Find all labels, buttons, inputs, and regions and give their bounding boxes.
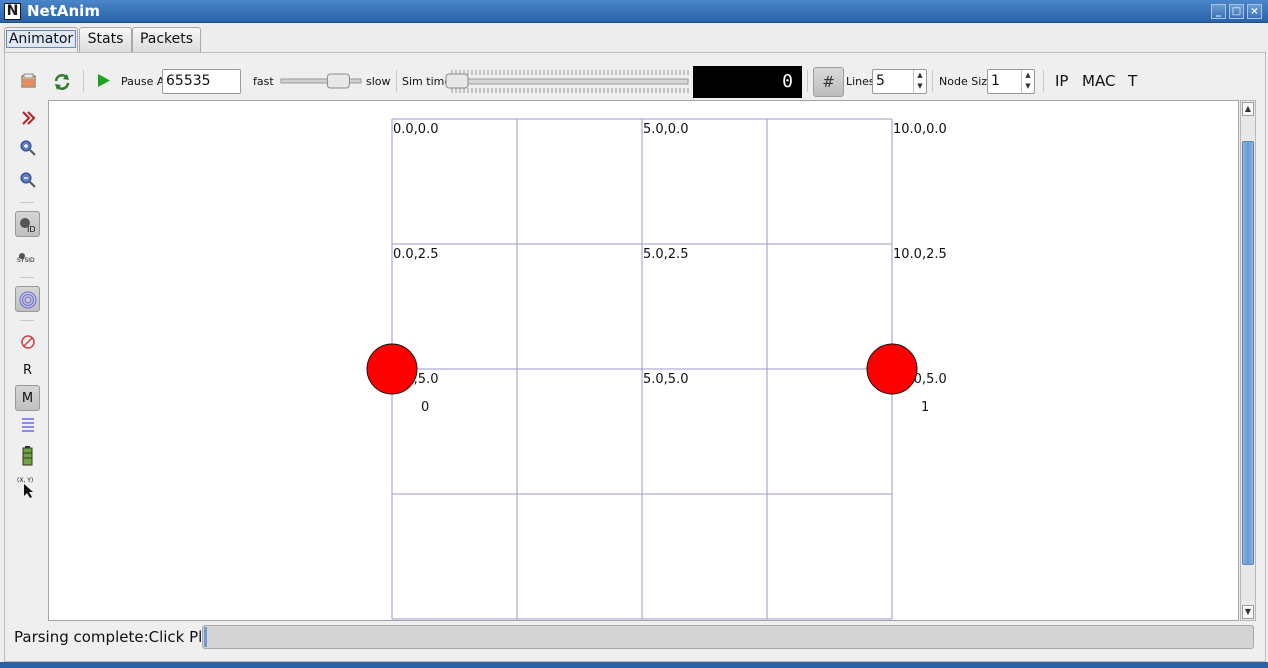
toolbar-separator	[932, 70, 933, 92]
t-toggle[interactable]: T	[1128, 72, 1137, 90]
tab-packets[interactable]: Packets	[132, 27, 201, 52]
sysid-toggle[interactable]: SYSID	[15, 245, 40, 271]
window-bottom-border	[0, 662, 1268, 668]
open-file-icon[interactable]	[20, 72, 38, 90]
toolbar-separator	[807, 70, 808, 92]
r-toggle[interactable]: R	[15, 358, 40, 384]
spin-arrows-icon[interactable]: ▲ ▼	[913, 70, 926, 93]
tab-bar: Animator Stats Packets	[0, 23, 1268, 53]
scroll-thumb[interactable]	[1242, 141, 1254, 565]
toolbar-separator	[1043, 70, 1044, 92]
lines-value: 5	[876, 73, 885, 89]
zoom-in-icon[interactable]	[15, 135, 40, 161]
chevron-updown-icon: ▲ ▼	[1021, 70, 1034, 93]
battery-icon[interactable]	[15, 443, 40, 469]
lines-label: Lines	[846, 75, 875, 88]
vertical-scrollbar[interactable]: ▲ ▼	[1240, 100, 1256, 621]
network-node	[866, 343, 918, 395]
network-node	[366, 343, 418, 395]
left-toolbar-separator	[20, 277, 34, 278]
m-toggle[interactable]: M	[15, 385, 40, 411]
mac-toggle[interactable]: MAC	[1082, 72, 1115, 90]
pause-at-field[interactable]: 65535	[162, 69, 241, 94]
speed-slider[interactable]	[279, 72, 365, 90]
fast-forward-icon[interactable]	[15, 105, 40, 131]
app-icon: N	[4, 3, 21, 20]
toolbar-separator	[396, 70, 397, 92]
maximize-button[interactable]: □	[1229, 4, 1244, 19]
grid-coordinate-label: 5.0,2.5	[643, 247, 688, 262]
mouse-position-icon[interactable]: (X, Y)	[15, 474, 40, 500]
grid-toggle-button[interactable]: #	[813, 67, 844, 97]
left-toolbar-separator	[20, 320, 34, 321]
grid-view[interactable]: 0.0,0.0 5.0,0.0 10.0,0.0 0.0,2.5 5.0,2.5 10.0…	[49, 101, 1238, 620]
grid-coordinate-label: 0.0,0.0	[393, 122, 438, 137]
left-toolbar-separator	[20, 202, 34, 203]
play-icon[interactable]	[96, 73, 112, 89]
grid-coordinate-label: 0.0,2.5	[393, 247, 438, 262]
scroll-up-arrow[interactable]: ▲	[1242, 102, 1254, 116]
top-toolbar: Pause At 65535 fast slow Sim time	[0, 62, 1268, 100]
block-icon[interactable]	[15, 329, 40, 355]
node-id-label: 0	[421, 400, 429, 415]
xy-label: (X, Y)	[17, 477, 33, 484]
wireless-circles-toggle[interactable]	[15, 286, 40, 312]
tab-stats[interactable]: Stats	[79, 27, 132, 52]
tab-animator[interactable]: Animator	[4, 27, 78, 52]
status-text: Parsing complete:Click Play	[14, 628, 221, 646]
scroll-down-arrow[interactable]: ▼	[1242, 605, 1254, 619]
animation-canvas[interactable]: 0.0,0.0 5.0,0.0 10.0,0.0 0.0,2.5 5.0,2.5 10.0…	[48, 100, 1239, 621]
grid-coordinate-label: 10.0,0.0	[893, 122, 947, 137]
ip-toggle[interactable]: IP	[1055, 72, 1068, 90]
progress-bar	[202, 625, 1254, 649]
node-id-label: 1	[921, 400, 929, 415]
status-bar: Parsing complete:Click Play	[0, 622, 1268, 662]
speed-slow-label: slow	[366, 75, 391, 88]
sim-time-slider-handle	[445, 73, 469, 89]
progress-fill	[204, 627, 207, 647]
sim-time-slider[interactable]	[444, 67, 690, 95]
node-id-toggle[interactable]: ID	[15, 211, 40, 237]
grid-coordinate-label: 10.0,2.5	[893, 247, 947, 262]
title-bar: N NetAnim _ □ ×	[0, 0, 1268, 23]
grid-coordinate-label: 5.0,5.0	[643, 372, 688, 387]
lines-spinbox[interactable]: 5 ▲ ▼	[872, 69, 927, 94]
minimize-button[interactable]: _	[1211, 4, 1226, 19]
reload-icon[interactable]	[52, 72, 72, 92]
lcd-value: 0	[782, 71, 793, 92]
packet-lines-icon[interactable]	[15, 412, 40, 438]
grid-coordinate-label: 5.0,0.0	[643, 122, 688, 137]
node-size-value: 1	[991, 73, 1000, 89]
sim-time-lcd: 0	[693, 66, 802, 98]
node-size-label: Node Size	[939, 75, 994, 88]
speed-fast-label: fast	[253, 75, 274, 88]
speed-slider-handle	[326, 73, 350, 89]
window-title: NetAnim	[27, 2, 100, 20]
toolbar-separator	[83, 70, 84, 92]
close-button[interactable]: ×	[1247, 4, 1262, 19]
node-size-select[interactable]: 1 ▲ ▼	[987, 69, 1035, 94]
sysid-icon-label: SYSID	[17, 257, 35, 264]
zoom-out-icon[interactable]	[15, 167, 40, 193]
left-toolbar: ID SYSID R M (X, Y)	[10, 100, 44, 510]
id-icon-label: ID	[27, 225, 36, 234]
